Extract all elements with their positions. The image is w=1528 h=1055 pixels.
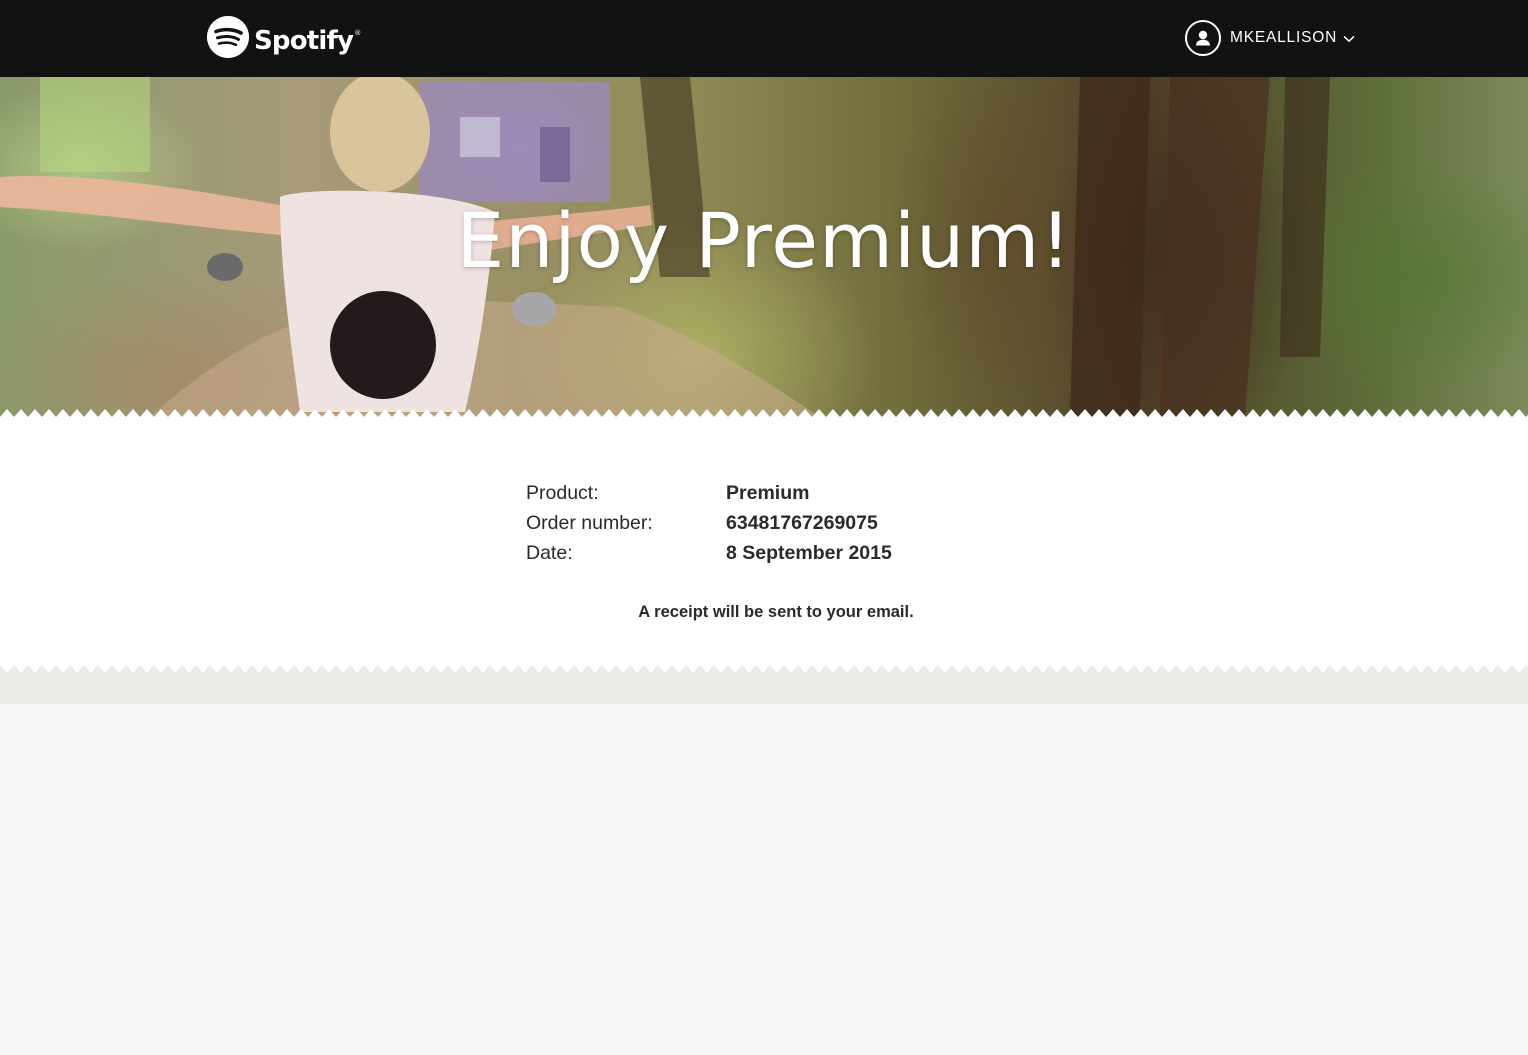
zigzag-edge: [0, 665, 1528, 675]
user-icon: [1185, 20, 1221, 56]
order-details: Product: Premium Order number: 634817672…: [526, 478, 1046, 568]
order-row-product: Product: Premium: [526, 478, 1046, 508]
order-row-order-number: Order number: 63481767269075: [526, 508, 1046, 538]
date-value: 8 September 2015: [726, 541, 892, 564]
hero-banner: Enjoy Premium!: [0, 77, 1528, 417]
brand-name: Spotify®: [254, 26, 361, 56]
zigzag-edge: [0, 407, 1528, 417]
product-value: Premium: [726, 481, 810, 504]
date-label: Date:: [526, 541, 573, 564]
chevron-down-icon: [1343, 32, 1355, 44]
receipt-note: A receipt will be sent to your email.: [638, 603, 914, 621]
product-label: Product:: [526, 481, 599, 504]
order-row-date: Date: 8 September 2015: [526, 538, 1046, 568]
order-number-label: Order number:: [526, 511, 653, 534]
top-nav-bar: Spotify® MKEALLISON: [0, 0, 1528, 77]
order-number-value: 63481767269075: [726, 511, 878, 534]
user-menu[interactable]: MKEALLISON: [1185, 19, 1355, 57]
username-label: MKEALLISON: [1230, 29, 1338, 46]
page-background: [0, 704, 1528, 1055]
spotify-logo-link[interactable]: Spotify®: [207, 16, 361, 58]
hero-title: Enjoy Premium!: [456, 196, 1072, 285]
footer-band: [0, 665, 1528, 704]
order-confirmation-card: Product: Premium Order number: 634817672…: [0, 417, 1528, 665]
spotify-logo-icon: [207, 16, 249, 58]
